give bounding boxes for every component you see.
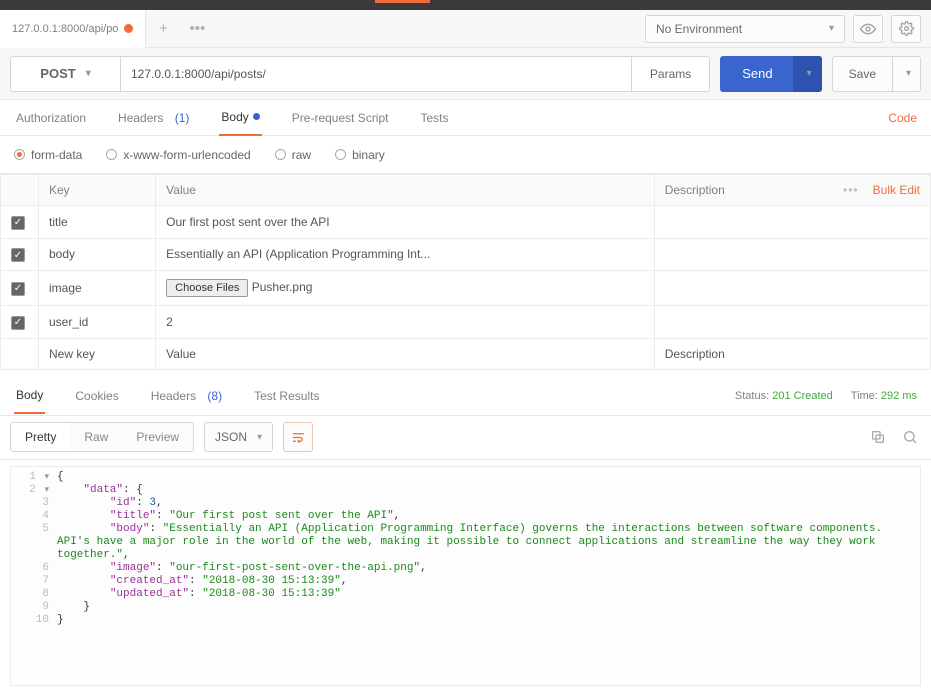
environment-label: No Environment: [656, 22, 742, 36]
url-input[interactable]: 127.0.0.1:8000/api/posts/: [120, 56, 631, 92]
time-value: 292 ms: [881, 390, 917, 402]
key-cell[interactable]: title: [39, 206, 156, 239]
checkbox[interactable]: ✓: [11, 248, 25, 262]
col-key: Key: [39, 175, 156, 206]
bulk-edit-link[interactable]: Bulk Edit: [873, 183, 920, 197]
send-button[interactable]: Send ▾: [720, 56, 821, 92]
request-bar: POST ▾ 127.0.0.1:8000/api/posts/ Params …: [0, 48, 931, 100]
search-icon[interactable]: [899, 426, 921, 448]
radio-icon: [335, 149, 346, 160]
col-description: Description ••• Bulk Edit: [654, 175, 930, 206]
tab-title: 127.0.0.1:8000/api/po: [12, 23, 118, 35]
col-check: [1, 175, 39, 206]
choose-files-button[interactable]: Choose Files: [166, 279, 248, 297]
body-type-radios: form-data x-www-form-urlencoded raw bina…: [0, 136, 931, 174]
tab-overflow-button[interactable]: •••: [180, 10, 214, 48]
resp-tab-tests[interactable]: Test Results: [252, 378, 321, 414]
unsaved-dot-icon: [124, 24, 133, 33]
tab-authorization[interactable]: Authorization: [14, 100, 88, 136]
method-select[interactable]: POST ▾: [10, 56, 120, 92]
value-cell[interactable]: 2: [166, 315, 173, 329]
key-cell[interactable]: user_id: [39, 306, 156, 339]
key-cell[interactable]: image: [39, 271, 156, 306]
description-cell[interactable]: [654, 271, 930, 306]
key-placeholder[interactable]: New key: [39, 338, 156, 369]
description-cell[interactable]: [654, 306, 930, 339]
params-button[interactable]: Params: [631, 56, 710, 92]
table-row: ✓ body Essentially an API (Application Pro…: [1, 238, 931, 271]
resp-tab-body[interactable]: Body: [14, 378, 45, 414]
radio-icon: [14, 149, 25, 160]
method-label: POST: [40, 66, 75, 81]
col-value: Value: [156, 175, 655, 206]
table-row-placeholder: New keyValueDescription: [1, 338, 931, 369]
wrap-toggle[interactable]: [283, 422, 313, 452]
file-name: Pusher.png: [252, 280, 313, 294]
format-tabs: Pretty Raw Preview: [10, 422, 194, 452]
more-icon[interactable]: •••: [843, 183, 859, 197]
fmt-raw[interactable]: Raw: [70, 423, 122, 451]
value-cell[interactable]: Our first post sent over the API: [166, 215, 329, 229]
response-status: Status: 201 Created Time: 292 ms: [735, 390, 917, 402]
table-row: ✓ image Choose Files Pusher.png: [1, 271, 931, 306]
status-value: 201 Created: [772, 390, 833, 402]
radio-icon: [106, 149, 117, 160]
chevron-down-icon: ▾: [257, 432, 262, 443]
description-cell[interactable]: [654, 206, 930, 239]
fmt-pretty[interactable]: Pretty: [11, 423, 70, 451]
send-dropdown[interactable]: ▾: [793, 56, 822, 92]
code-link[interactable]: Code: [888, 111, 917, 125]
form-data-table: Key Value Description ••• Bulk Edit ✓ tit…: [0, 174, 931, 370]
response-body[interactable]: 1 ▾{ 2 ▾ "data": { 3 "id": 3, 4 "title":…: [10, 466, 921, 686]
fmt-preview[interactable]: Preview: [122, 423, 193, 451]
checkbox[interactable]: ✓: [11, 216, 25, 230]
tab-headers[interactable]: Headers (1): [116, 100, 191, 136]
add-tab-button[interactable]: +: [146, 10, 180, 48]
radio-icon: [275, 149, 286, 160]
radio-urlencoded[interactable]: x-www-form-urlencoded: [106, 148, 250, 162]
value-placeholder[interactable]: Value: [156, 338, 655, 369]
description-cell[interactable]: [654, 238, 930, 271]
gear-icon[interactable]: [891, 15, 921, 43]
eye-icon[interactable]: [853, 15, 883, 43]
chevron-down-icon: ▾: [807, 68, 812, 79]
url-value: 127.0.0.1:8000/api/posts/: [131, 67, 266, 81]
tab-body[interactable]: Body: [219, 100, 261, 136]
chevron-down-icon: ▾: [86, 68, 91, 79]
tab-prerequest[interactable]: Pre-request Script: [290, 100, 391, 136]
format-bar: Pretty Raw Preview JSON ▾: [0, 416, 931, 460]
value-cell[interactable]: Essentially an API (Application Programm…: [166, 247, 430, 261]
fmt-json-select[interactable]: JSON ▾: [204, 422, 273, 452]
chevron-down-icon: ▾: [829, 23, 834, 34]
environment-select[interactable]: No Environment ▾: [645, 15, 845, 43]
response-tabs: Body Cookies Headers (8) Test Results St…: [0, 378, 931, 416]
radio-raw[interactable]: raw: [275, 148, 311, 162]
resp-tab-cookies[interactable]: Cookies: [73, 378, 120, 414]
description-placeholder[interactable]: Description: [654, 338, 930, 369]
copy-icon[interactable]: [867, 426, 889, 448]
tab-tests[interactable]: Tests: [418, 100, 450, 136]
save-button[interactable]: Save: [832, 56, 893, 92]
table-row: ✓ title Our first post sent over the API: [1, 206, 931, 239]
request-tab[interactable]: 127.0.0.1:8000/api/po: [0, 10, 146, 48]
active-dot-icon: [253, 113, 260, 120]
chevron-down-icon: ▾: [906, 68, 911, 79]
radio-form-data[interactable]: form-data: [14, 148, 82, 162]
tab-bar: 127.0.0.1:8000/api/po + ••• No Environme…: [0, 10, 931, 48]
table-row: ✓ user_id 2: [1, 306, 931, 339]
checkbox[interactable]: ✓: [11, 282, 25, 296]
request-tabs: Authorization Headers (1) Body Pre-reque…: [0, 100, 931, 136]
radio-binary[interactable]: binary: [335, 148, 385, 162]
key-cell[interactable]: body: [39, 238, 156, 271]
checkbox[interactable]: ✓: [11, 316, 25, 330]
resp-tab-headers[interactable]: Headers (8): [149, 378, 224, 414]
save-dropdown[interactable]: ▾: [893, 56, 921, 92]
